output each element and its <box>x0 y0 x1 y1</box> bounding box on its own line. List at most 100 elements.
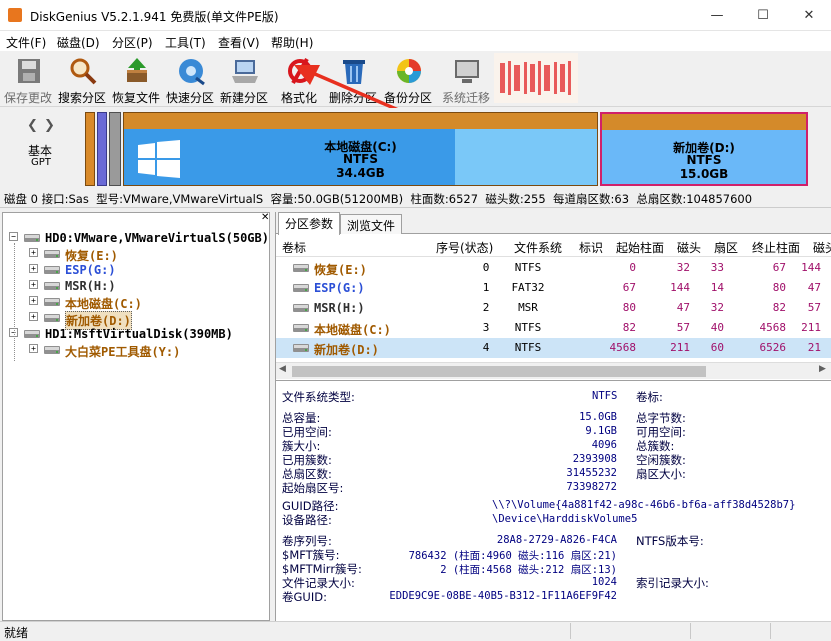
table-row[interactable]: 新加卷(D:) 4 NTFS 4568 211 60 6526 21 <box>276 338 831 358</box>
table-cell: 57 <box>807 301 821 314</box>
tree-disk-node[interactable]: − HD1:MsftVirtualDisk(390MB) <box>9 326 265 342</box>
partition-block-msr[interactable] <box>109 112 121 186</box>
col-label[interactable]: 卷标 <box>282 239 306 256</box>
disk-info-text: 磁盘 0 接口:Sas 型号:VMware,VMwareVirtualS 容量:… <box>4 192 753 206</box>
tree-partition-node[interactable]: + MSR(H:) <box>29 278 265 294</box>
disk-info-bar: 磁盘 0 接口:Sas 型号:VMware,VMwareVirtualS 容量:… <box>0 188 831 208</box>
tree-disk-node[interactable]: − HD0:VMware,VMwareVirtualS(50GB) <box>9 230 269 246</box>
table-cell: 47 <box>807 281 821 294</box>
table-cell: 211 <box>801 321 821 334</box>
disk-style: GPT <box>31 157 51 168</box>
tree-partition-node[interactable]: + 恢复(E:) <box>29 246 265 263</box>
partition-d-size: 15.0GB <box>679 167 729 181</box>
tree-node-label: ESP(G:) <box>65 263 116 277</box>
table-cell: 0 <box>629 261 636 274</box>
partition-block-d[interactable]: 新加卷(D:) NTFS 15.0GB <box>600 112 808 186</box>
col-end-cyl[interactable]: 终止柱面 <box>752 239 800 256</box>
maximize-button[interactable]: ☐ <box>740 0 786 31</box>
menu-disk[interactable]: 磁盘(D) <box>57 34 100 51</box>
disk-icon <box>44 282 60 290</box>
window-title: DiskGenius V5.2.1.941 免费版(单文件PE版) <box>30 10 279 24</box>
expand-icon[interactable]: + <box>29 280 38 289</box>
table-row[interactable]: 本地磁盘(C:) 3 NTFS 82 57 40 4568 211 <box>276 318 831 338</box>
menu-tools[interactable]: 工具(T) <box>165 34 206 51</box>
tree-node-label: HD1:MsftVirtualDisk(390MB) <box>45 327 233 341</box>
close-button[interactable]: ✕ <box>786 0 831 31</box>
expand-icon[interactable]: + <box>29 248 38 257</box>
tab-browse-files[interactable]: 浏览文件 <box>340 214 403 234</box>
expand-icon[interactable]: + <box>29 344 38 353</box>
menu-help[interactable]: 帮助(H) <box>271 34 313 51</box>
table-cell: 32 <box>710 301 724 314</box>
detail-value: 73398272 <box>566 481 617 493</box>
table-row[interactable]: 恢复(E:) 0 NTFS 0 32 33 67 144 <box>276 258 831 278</box>
menu-view[interactable]: 查看(V) <box>218 34 260 51</box>
scroll-thumb[interactable] <box>292 366 706 377</box>
device-path-label: 设备路径: <box>282 513 332 527</box>
collapse-icon[interactable]: − <box>9 232 18 241</box>
fs-type-label: 文件系统类型: <box>282 390 355 404</box>
new-partition-button[interactable]: 新建分区 <box>216 54 272 105</box>
table-cell: 82 <box>622 321 636 334</box>
table-cell: 4568 <box>759 321 787 334</box>
menu-partition[interactable]: 分区(P) <box>112 34 153 51</box>
detail-value: 2 (柱面:4568 磁头:212 扇区:13) <box>440 564 617 576</box>
disk-icon <box>44 266 60 274</box>
app-icon <box>8 8 22 22</box>
partition-block-esp[interactable] <box>97 112 107 186</box>
partition-details: 文件系统类型: NTFS 卷标: 总容量: 15.0GB 总字节数: 已用空间: 9.1… <box>276 380 831 621</box>
table-row[interactable]: ESP(G:) 1 FAT32 67 144 14 80 47 <box>276 278 831 298</box>
col-end-head[interactable]: 磁头 <box>813 239 831 256</box>
menu-file[interactable]: 文件(F) <box>6 34 46 51</box>
table-cell: FAT32 <box>511 281 545 294</box>
detail-value: 1024 <box>591 576 617 588</box>
table-header: 卷标 序号(状态) 文件系统 标识 起始柱面 磁头 扇区 终止柱面 磁头 <box>276 235 831 257</box>
col-index[interactable]: 序号(状态) <box>436 239 493 256</box>
detail-value: 2393908 <box>572 453 617 465</box>
tab-partition-params[interactable]: 分区参数 <box>278 212 341 235</box>
horizontal-scrollbar[interactable]: ◀ ▶ <box>276 362 831 379</box>
tree-close-icon[interactable]: ✕ <box>261 213 270 223</box>
table-row[interactable]: MSR(H:) 2 MSR 80 47 32 82 57 <box>276 298 831 318</box>
col-fs[interactable]: 文件系统 <box>514 239 562 256</box>
detail-label-right: NTFS版本号: <box>636 534 704 548</box>
disk-icon <box>24 234 40 242</box>
next-disk-arrow[interactable]: ❯ <box>44 118 55 133</box>
tree-node-label: MSR(H:) <box>65 279 116 293</box>
table-cell: 6526 <box>759 341 787 354</box>
expand-icon[interactable]: + <box>29 312 38 321</box>
col-start-head[interactable]: 磁头 <box>677 239 701 256</box>
tree-partition-node[interactable]: + 大白菜PE工具盘(Y:) <box>29 342 265 359</box>
table-cell: 14 <box>710 281 724 294</box>
col-id[interactable]: 标识 <box>579 239 603 256</box>
disk-map: ❮ ❯ 基本 GPT 本地磁盘(C:) NTFS 34.4GB 新加卷(D:) … <box>0 108 831 188</box>
detail-value: EDDE9C9E-08BE-40B5-B312-1F11A6EF9F42 <box>389 590 617 602</box>
col-start-cyl[interactable]: 起始柱面 <box>616 239 664 256</box>
expand-icon[interactable]: + <box>29 264 38 273</box>
minimize-button[interactable]: — <box>694 0 740 31</box>
row-label: ESP(G:) <box>314 281 365 295</box>
scroll-left-icon[interactable]: ◀ <box>279 364 286 374</box>
partition-block-recovery[interactable] <box>85 112 95 186</box>
table-cell: 67 <box>772 261 786 274</box>
table-cell: 67 <box>622 281 636 294</box>
guid-path-value: \\?\Volume{4a881f42-a98c-46b6-bf6a-aff38… <box>492 499 796 511</box>
disk-tree: ✕ − HD0:VMware,VMwareVirtualS(50GB) + 恢复(E:… <box>2 212 270 621</box>
tab-bar: 分区参数 浏览文件 <box>276 212 831 235</box>
detail-value: 15.0GB <box>579 411 617 423</box>
scroll-right-icon[interactable]: ▶ <box>819 364 826 374</box>
col-start-sector[interactable]: 扇区 <box>714 239 738 256</box>
table-cell: MSR <box>518 301 538 314</box>
disk-icon <box>293 264 309 272</box>
tree-partition-node[interactable]: + ESP(G:) <box>29 262 265 278</box>
row-label: 恢复(E:) <box>314 263 367 277</box>
table-cell: 4568 <box>609 341 637 354</box>
volume-label-label: 卷标: <box>636 390 663 404</box>
tree-partition-node[interactable]: + 本地磁盘(C:) <box>29 294 265 311</box>
expand-icon[interactable]: + <box>29 296 38 305</box>
prev-disk-arrow[interactable]: ❮ <box>27 118 38 133</box>
fs-type-value: NTFS <box>592 390 618 402</box>
partition-block-c[interactable]: 本地磁盘(C:) NTFS 34.4GB <box>123 112 598 186</box>
disk-icon <box>44 250 60 258</box>
tree-partition-node[interactable]: + 新加卷(D:) <box>29 310 265 330</box>
